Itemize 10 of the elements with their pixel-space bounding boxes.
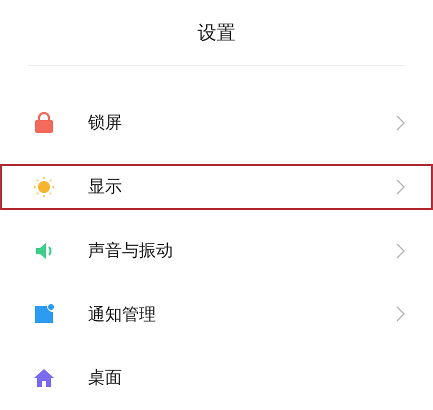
house-icon	[33, 366, 55, 389]
settings-item[interactable]: 声音与振动	[0, 218, 433, 282]
settings-item[interactable]: 显示	[0, 164, 433, 210]
notification-icon	[33, 303, 55, 326]
settings-item[interactable]: 通知管理	[0, 282, 433, 346]
lock-icon	[33, 112, 55, 134]
settings-item[interactable]: 锁屏	[0, 91, 433, 155]
settings-item[interactable]: 桌面	[0, 346, 433, 410]
page-title: 设置	[198, 20, 236, 46]
sun-icon	[33, 176, 55, 198]
